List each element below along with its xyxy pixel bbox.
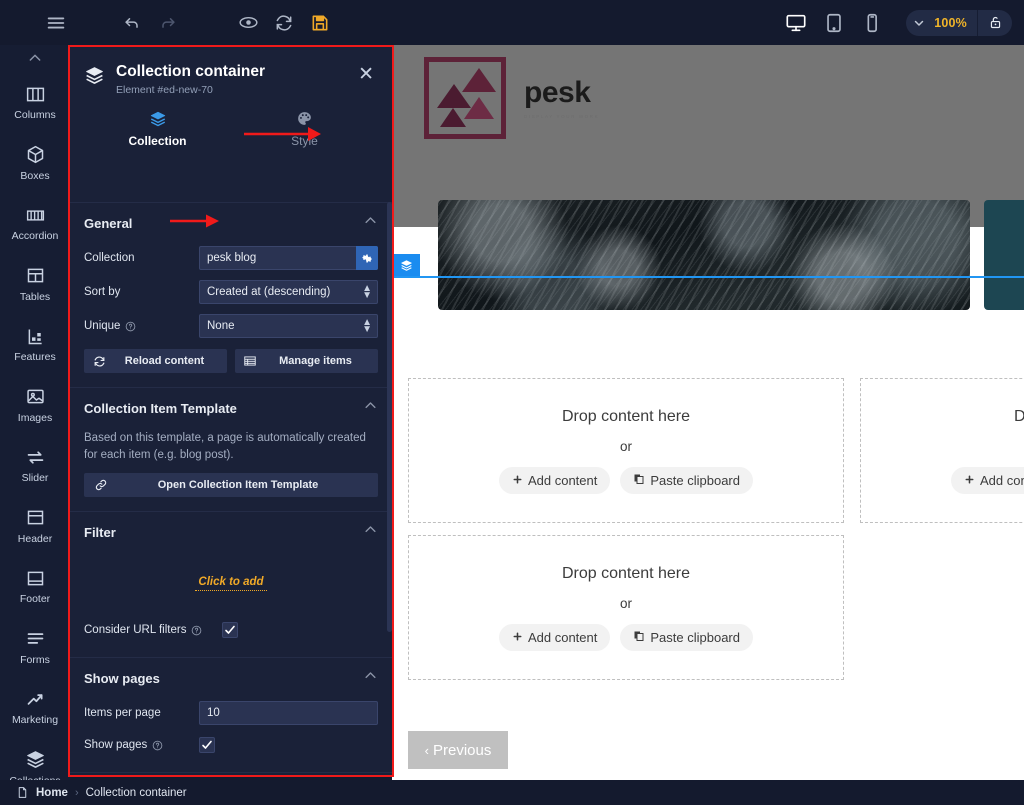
sidebar-item-marketing[interactable]: Marketing <box>0 676 70 737</box>
sidebar-item-boxes[interactable]: Boxes <box>0 132 70 193</box>
undo-icon[interactable] <box>114 5 150 41</box>
chevron-left-icon: ‹ <box>424 742 429 758</box>
app-root: 100% Columns Boxes Accordion Tables Feat… <box>0 0 1024 805</box>
chevron-up-icon[interactable] <box>0 45 70 71</box>
breadcrumb-current[interactable]: Collection container <box>86 787 187 799</box>
element-badge[interactable] <box>392 254 420 276</box>
image-icon <box>25 385 46 409</box>
previous-page-label: Previous <box>432 741 492 759</box>
sidebar-item-header[interactable]: Header <box>0 495 70 556</box>
drop-row-2: Drop content here or Add content Paste c… <box>392 523 1024 680</box>
previous-page-button[interactable]: ‹ Previous <box>408 731 508 769</box>
paste-clipboard-button[interactable]: Paste clipboard <box>620 466 753 494</box>
sidebar-item-accordion[interactable]: Accordion <box>0 192 70 253</box>
add-content-label: Add content <box>527 472 598 488</box>
add-content-label: Add content <box>979 472 1024 488</box>
redo-icon[interactable] <box>150 5 186 41</box>
site-logo: pesk display your work <box>424 57 599 139</box>
drop-zone[interactable]: Drop content here or Add content Paste c… <box>860 378 1024 523</box>
sidebar-item-label: Images <box>17 411 53 424</box>
add-content-button[interactable]: Add content <box>950 466 1024 494</box>
sidebar-item-label: Tables <box>19 290 51 303</box>
breadcrumb-home-label: Home <box>36 786 68 799</box>
sidebar-item-label: Slider <box>21 472 49 484</box>
sidebar-item-columns[interactable]: Columns <box>0 71 70 132</box>
sidebar-item-label: Accordion <box>11 230 59 242</box>
footer-icon <box>25 566 46 590</box>
clipboard-icon <box>633 630 645 645</box>
refresh-icon[interactable] <box>266 5 302 41</box>
breadcrumb-bar: Home › Collection container <box>0 780 1024 805</box>
breadcrumb-separator: › <box>74 786 79 799</box>
cube-box-icon <box>25 143 46 167</box>
accordion-icon <box>25 203 46 227</box>
tablet-view-icon[interactable] <box>816 5 852 41</box>
plus-icon <box>512 473 523 488</box>
breadcrumb-home[interactable]: Home <box>16 786 68 799</box>
sidebar-item-label: Forms <box>20 653 50 666</box>
lock-open-icon[interactable] <box>978 10 1012 36</box>
logo-tagline: display your work <box>524 113 600 119</box>
sidebar-item-tables[interactable]: Tables <box>0 253 70 314</box>
sidebar-item-footer[interactable]: Footer <box>0 555 70 616</box>
sidebar-item-forms[interactable]: Forms <box>0 616 70 677</box>
hamburger-menu-icon[interactable] <box>38 5 74 41</box>
add-content-label: Add content <box>527 629 598 645</box>
top-toolbar: 100% <box>0 0 1024 45</box>
drop-zone-title: Drop content here <box>1013 407 1024 425</box>
page-document-icon <box>16 786 29 799</box>
left-sidebar: Columns Boxes Accordion Tables Features … <box>0 45 70 780</box>
page-canvas: pesk display your work Drop content here… <box>392 45 1024 780</box>
drop-zone-or: or <box>619 438 632 454</box>
sidebar-item-slider[interactable]: Slider <box>0 434 70 495</box>
drop-zone[interactable]: Drop content here or Add content Paste c… <box>408 378 844 523</box>
plus-icon <box>512 630 523 645</box>
sidebar-item-label: Boxes <box>20 169 50 182</box>
sidebar-item-label: Footer <box>19 593 51 605</box>
viewport-controls: 100% <box>778 0 1012 45</box>
drop-zone-or: or <box>619 595 632 611</box>
panel-highlight-outline <box>68 45 394 777</box>
plus-icon <box>964 473 975 488</box>
trending-up-icon <box>25 687 46 711</box>
sidebar-item-label: Features <box>14 351 56 363</box>
header-icon <box>25 506 46 530</box>
drop-row-1: Drop content here or Add content Paste c… <box>392 278 1024 523</box>
add-content-button[interactable]: Add content <box>498 623 611 651</box>
layers-icon <box>25 748 46 772</box>
paste-clipboard-button[interactable]: Paste clipboard <box>620 623 753 651</box>
drop-zone-title: Drop content here <box>561 564 691 582</box>
collection-items-area: Drop content here or Add content Paste c… <box>392 278 1024 680</box>
slider-arrows-icon <box>25 445 46 469</box>
logo-mark-icon <box>424 57 506 139</box>
add-content-button[interactable]: Add content <box>498 466 611 494</box>
forms-list-icon <box>25 627 46 651</box>
sidebar-item-images[interactable]: Images <box>0 374 70 435</box>
save-disk-icon[interactable] <box>302 5 338 41</box>
table-icon <box>25 264 46 288</box>
zoom-control: 100% <box>906 9 1012 36</box>
logo-wordmark: pesk <box>524 75 591 109</box>
sidebar-item-collections[interactable]: Collections <box>0 737 70 780</box>
columns-icon <box>25 82 46 106</box>
drop-zone[interactable]: Drop content here or Add content Paste c… <box>408 535 844 680</box>
sidebar-item-label: Columns <box>14 109 56 121</box>
clipboard-icon <box>633 473 645 488</box>
eye-preview-icon[interactable] <box>230 5 266 41</box>
features-icon <box>25 324 46 348</box>
drop-zone-title: Drop content here <box>561 407 691 425</box>
paste-clipboard-label: Paste clipboard <box>650 629 740 645</box>
sidebar-item-label: Marketing <box>11 714 59 726</box>
paste-clipboard-label: Paste clipboard <box>650 472 740 488</box>
mobile-view-icon[interactable] <box>854 5 890 41</box>
chevron-down-icon[interactable] <box>906 10 932 36</box>
desktop-view-icon[interactable] <box>778 5 814 41</box>
sidebar-item-features[interactable]: Features <box>0 313 70 374</box>
zoom-level-value[interactable]: 100% <box>932 16 977 30</box>
sidebar-item-label: Header <box>17 532 53 545</box>
